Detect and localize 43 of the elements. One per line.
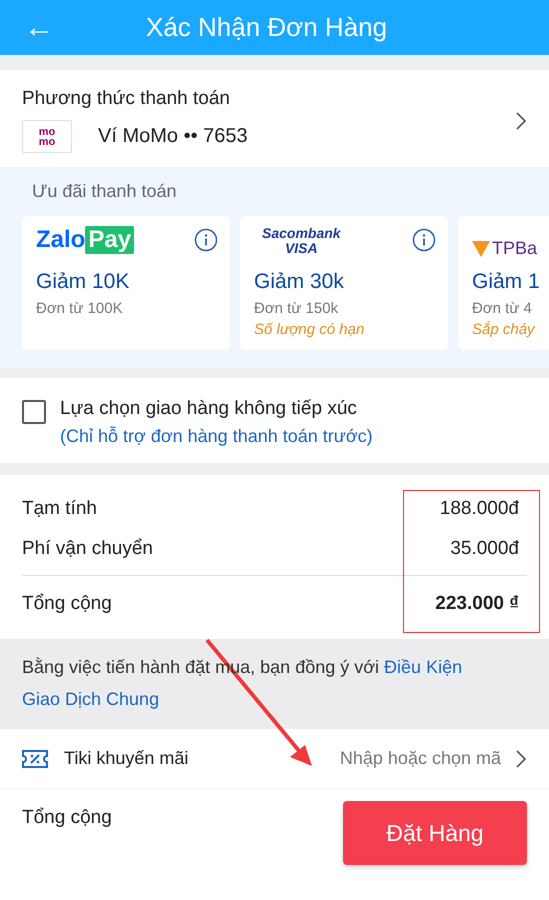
visa-logo-text: VISA (284, 241, 318, 256)
discount-amount: Giảm 10K (36, 270, 130, 294)
contactless-delivery-hint: (Chỉ hỗ trợ đơn hàng thanh toán trước) (60, 426, 373, 447)
terms-link[interactable]: Điều Kiện (384, 657, 462, 677)
minimum-order: Đơn từ 150k (254, 300, 340, 317)
tpbank-logo-text: TPBa (492, 238, 538, 259)
minimum-order: Đơn từ 4 (472, 300, 533, 317)
payment-method-name: Ví MoMo •• 7653 (98, 125, 248, 148)
section-title: Phương thức thanh toán (22, 88, 231, 110)
zalopay-logo-badge: Pay (85, 226, 134, 254)
checkbox[interactable] (22, 400, 46, 424)
price-label: Tổng cộng (22, 592, 112, 614)
price-label: Tạm tính (22, 498, 97, 520)
info-icon[interactable] (412, 228, 436, 252)
price-value: 223.000 ₫ (435, 592, 520, 614)
section-title: Ưu đãi thanh toán (31, 180, 178, 203)
discount-amount: Giảm 1 (472, 270, 541, 294)
price-value: 35.000đ (450, 538, 520, 560)
offer-card[interactable]: TPBa Giảm 1 Đơn từ 4 Sắp cháy (458, 216, 549, 350)
terms-link[interactable]: Giao Dịch Chung (22, 689, 160, 709)
discount-amount: Giảm 30k (254, 270, 345, 294)
offer-card[interactable]: Zalo Pay Giảm 10K Đơn từ 100K (22, 216, 230, 350)
offer-note: Sắp cháy (472, 321, 536, 338)
coupon-icon (22, 750, 48, 768)
total-label: Tổng cộng (22, 807, 112, 829)
price-label: Phí vận chuyển (22, 538, 153, 560)
price-value: 188.000đ (440, 498, 520, 520)
sacombank-logo-text: Sacombank (262, 226, 341, 241)
payment-method-row[interactable]: Phương thức thanh toán mo mo Ví MoMo •• 7653 (0, 70, 549, 167)
offer-card[interactable]: Sacombank VISA Giảm 30k Đơn từ 150k Số lượng có hạn (240, 216, 448, 350)
triangle-logo-icon (472, 240, 490, 256)
page-title: Xác Nhận Đơn Hàng (146, 12, 388, 43)
chevron-right-icon (515, 110, 527, 130)
zalopay-logo-text: Zalo (36, 226, 86, 254)
momo-logo: mo mo (22, 120, 72, 153)
info-icon[interactable] (194, 228, 218, 252)
minimum-order: Đơn từ 100K (36, 300, 124, 317)
promo-placeholder: Nhập hoặc chọn mã (340, 748, 501, 769)
place-order-button[interactable]: Đặt Hàng (343, 801, 527, 865)
chevron-right-icon (515, 748, 527, 768)
contactless-delivery-label: Lựa chọn giao hàng không tiếp xúc (60, 398, 358, 420)
promo-label: Tiki khuyến mãi (64, 748, 190, 769)
offer-note: Số lượng có hạn (254, 321, 366, 338)
